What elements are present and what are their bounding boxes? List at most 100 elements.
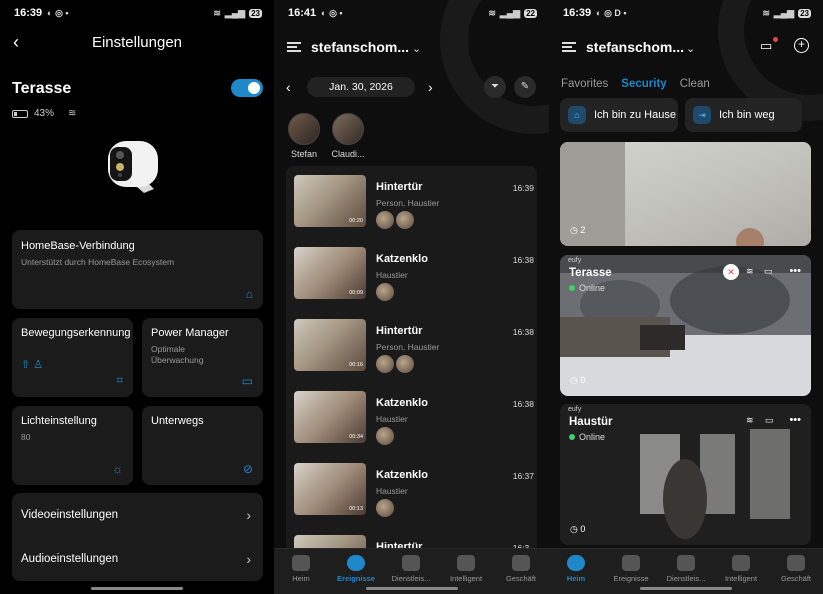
camera-status: Online: [569, 432, 605, 442]
device-name: Terasse: [12, 80, 72, 97]
chevron-right-icon: ›: [246, 507, 251, 523]
nav-label: Dienstleis...: [666, 574, 706, 583]
face-thumb: [376, 283, 394, 301]
event-title: Katzenklo: [376, 397, 428, 409]
scan-icon: ⌗: [116, 373, 123, 387]
next-day-arrow-icon[interactable]: ›: [428, 79, 433, 95]
home-icon: [292, 555, 310, 571]
filter-icon[interactable]: ⏷: [484, 76, 506, 98]
homebase-card[interactable]: HomeBase-Verbindung Unterstützt durch Ho…: [12, 230, 263, 309]
more-options-icon[interactable]: •••: [789, 265, 801, 277]
event-detail: Person, Haustier: [376, 198, 440, 208]
tab-security[interactable]: Security: [621, 78, 666, 90]
status-right: ≋ ▂▄▆ 23: [213, 8, 262, 19]
event-item[interactable]: 00:09 Katzenklo Haustier 16:38: [294, 247, 534, 307]
status-bar: 16:39 ◐ ◎ • ≋ ▂▄▆ 23: [14, 6, 262, 20]
tab-clean[interactable]: Clean: [680, 78, 710, 90]
motion-detection-card[interactable]: Bewegungserkennung ⇧ ♙ ⌗: [12, 318, 133, 397]
event-detail: Haustier: [376, 486, 408, 496]
nav-shop[interactable]: Geschäft: [771, 555, 821, 583]
clock-icon: [347, 555, 365, 571]
events-screen: 16:41 ◐ ◎ • ≋ ▂▄▆ 22 stefanschom... ⌄ ‹ …: [274, 0, 549, 594]
nav-events[interactable]: Ereignisse: [331, 555, 381, 583]
nav-label: Dienstleis...: [391, 574, 431, 583]
event-time: 16:37: [512, 471, 534, 481]
avatar-stefan[interactable]: [288, 113, 320, 145]
notification-icons: ◐ ◎ D •: [596, 7, 627, 18]
mode-away-button[interactable]: ⇥ Ich bin weg: [685, 98, 802, 132]
nav-intelligent[interactable]: Intelligent: [716, 555, 766, 583]
nav-home[interactable]: Heim: [551, 555, 601, 583]
nav-events[interactable]: Ereignisse: [606, 555, 656, 583]
camera-name: Haustür: [569, 416, 613, 428]
event-faces: [376, 499, 394, 517]
camera-card-haustuer[interactable]: eufy Haustür Online ≋ ▭ ••• ◷ 0: [560, 404, 811, 545]
more-options-icon[interactable]: •••: [789, 414, 801, 426]
menu-icon[interactable]: [562, 42, 576, 52]
mode-away-label: Ich bin weg: [719, 109, 775, 121]
page-title: Einstellungen: [91, 34, 183, 51]
bag-icon: [787, 555, 805, 571]
event-faces: [376, 211, 414, 229]
chevron-right-icon: ›: [246, 551, 251, 567]
event-item[interactable]: 00:13 Katzenklo Haustier 16:37: [294, 463, 534, 523]
home-icon: ⌂: [568, 106, 586, 124]
homebase-icon: ⌂: [245, 287, 253, 301]
wifi-icon: ≋: [68, 108, 77, 119]
signal-icon: ▂▄▆: [773, 7, 795, 18]
account-name[interactable]: stefanschom...: [311, 39, 409, 55]
camera-card-terasse[interactable]: eufy Terasse Online ✕ ≋ ▭ ••• ◷ 0: [560, 255, 811, 396]
alarm-off-icon[interactable]: ✕: [723, 264, 739, 280]
chevron-down-icon[interactable]: ⌄: [686, 42, 695, 55]
event-count: ◷ 0: [570, 524, 586, 534]
event-title: Hintertür: [376, 181, 423, 193]
device-battery-row: 43% ≋: [12, 108, 76, 119]
date-selector[interactable]: Jan. 30, 2026: [307, 77, 415, 97]
prev-day-arrow-icon[interactable]: ‹: [286, 79, 291, 95]
mode-home-button[interactable]: ⌂ Ich bin zu Hause: [560, 98, 678, 132]
away-title: Unterwegs: [151, 415, 204, 427]
chevron-down-icon[interactable]: ⌄: [412, 42, 421, 55]
link-icon: ⊘: [242, 462, 253, 476]
event-thumbnail: 00:16: [294, 319, 366, 371]
status-right: ≋ ▂▄▆ 23: [762, 8, 811, 19]
homebase-subtitle: Unterstützt durch HomeBase Ecosystem: [21, 257, 175, 267]
device-power-toggle[interactable]: [231, 79, 263, 97]
nav-services[interactable]: Dienstleis...: [661, 555, 711, 583]
tab-favorites[interactable]: Favorites: [561, 78, 608, 90]
status-time: 16:39: [14, 7, 43, 19]
event-detail: Person, Haustier: [376, 342, 440, 352]
event-item[interactable]: 00:16 Hintertür Person, Haustier 16:38: [294, 319, 534, 379]
battery-badge: 22: [524, 8, 537, 18]
door-icon: ⇥: [693, 106, 711, 124]
face-thumb: [376, 499, 394, 517]
light-settings-card[interactable]: Lichteinstellung 80 ☼: [12, 406, 133, 485]
light-value: 80: [21, 432, 31, 442]
nav-intelligent[interactable]: Intelligent: [441, 555, 491, 583]
nav-label: Intelligent: [449, 574, 483, 583]
edit-icon[interactable]: ✎: [514, 76, 536, 98]
nav-home[interactable]: Heim: [276, 555, 326, 583]
away-card[interactable]: Unterwegs ⊘: [142, 406, 263, 485]
clip-duration: 00:13: [349, 506, 363, 512]
power-manager-card[interactable]: Power Manager Optimale Überwachung ▭: [142, 318, 263, 397]
message-icon[interactable]: ▭: [760, 38, 772, 54]
nav-shop[interactable]: Geschäft: [496, 555, 546, 583]
event-item[interactable]: 00:34 Katzenklo Haustier 16:38: [294, 391, 534, 451]
status-bar: 16:39 ◐ ◎ D • ≋ ▂▄▆ 23: [563, 6, 811, 20]
avatar-claudia[interactable]: [332, 113, 364, 145]
wifi-icon: ≋: [213, 7, 221, 18]
notification-icons: ◐ ◎ •: [321, 7, 343, 18]
power-subtitle: Optimale Überwachung: [151, 344, 204, 365]
wifi-icon: ≋: [746, 266, 754, 276]
menu-icon[interactable]: [287, 42, 301, 52]
audio-settings-row[interactable]: Audioeinstellungen ›: [12, 537, 263, 581]
account-name[interactable]: stefanschom...: [586, 39, 684, 55]
clip-duration: 00:34: [349, 434, 363, 440]
camera-card-1[interactable]: ◷ 2: [560, 142, 811, 246]
camera-name: Terasse: [569, 267, 612, 279]
event-item[interactable]: 00:20 Hintertür Person, Haustier 16:39: [294, 175, 534, 235]
nav-services[interactable]: Dienstleis...: [386, 555, 436, 583]
add-icon[interactable]: +: [794, 38, 809, 53]
video-settings-row[interactable]: Videoeinstellungen ›: [12, 493, 263, 537]
